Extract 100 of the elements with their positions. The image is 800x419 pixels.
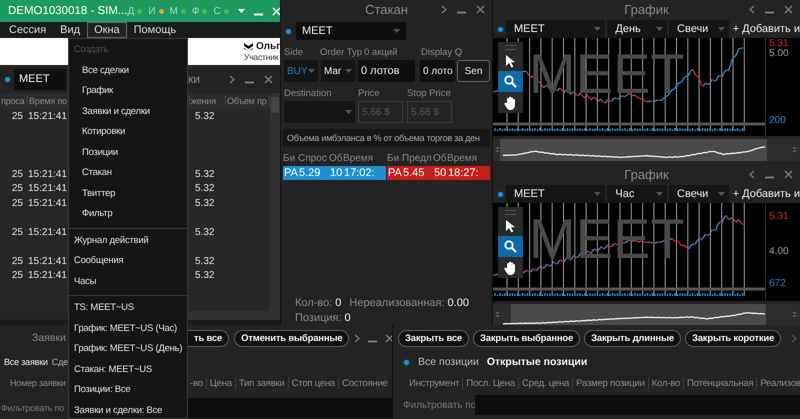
field-label: Destination xyxy=(284,88,333,98)
table-cell-text: 5.32 xyxy=(194,110,214,122)
axis-label: 4.00 xyxy=(769,247,789,257)
table-cell-text: 25 xyxy=(12,256,24,267)
table-cell: 15:21:41 xyxy=(28,168,67,180)
menu-item[interactable]: Часы xyxy=(69,272,187,292)
add-indicator-button[interactable]: + Добавить и xyxy=(732,188,800,200)
filter-label: Фильтровать по xyxy=(0,403,64,413)
quantity-field[interactable]: 0 лотов xyxy=(358,60,415,82)
column-header: Размер позиции xyxy=(572,378,645,388)
stat-label: Кол-во: xyxy=(295,297,332,309)
column-header: Об xyxy=(329,152,343,164)
table-cell-text: 25 xyxy=(12,183,24,194)
field-label: Price xyxy=(358,88,381,98)
column-header: Би xyxy=(387,152,400,164)
axis-label: 5.31 xyxy=(769,212,789,222)
column-header: Об xyxy=(433,152,447,164)
table-cell: 15:21:41 xyxy=(28,226,67,238)
add-indicator-button[interactable]: + Добавить и xyxy=(732,23,800,35)
menu-item[interactable]: Все сделки xyxy=(69,60,187,81)
column-header: Цена xyxy=(206,378,232,388)
menu-item[interactable]: График: MEET~US (День) xyxy=(69,339,187,360)
imbalance-banner: Объема имбэланса в % от объема торгов за ден xyxy=(283,129,490,147)
axis-label: 5.31 xyxy=(769,39,789,49)
column-header: Спрос xyxy=(298,152,328,164)
table-cell: 15:21:41 xyxy=(28,110,67,122)
field-label: Side xyxy=(284,46,304,58)
menu-item[interactable]: Сообщения xyxy=(69,251,187,272)
menu-item[interactable]: Окна xyxy=(87,22,127,38)
side-select[interactable]: BUY xyxy=(284,60,318,82)
menu-item[interactable]: Сессия xyxy=(2,22,54,38)
menu-item[interactable]: Стакан xyxy=(69,163,187,184)
cancel-button[interactable]: Отменить выбранные xyxy=(234,330,350,346)
column-header: Инструмент xyxy=(409,378,460,388)
table-cell: 10 xyxy=(329,167,343,179)
symbol-field[interactable]: MEET xyxy=(14,68,66,90)
column-header: Время по xyxy=(29,96,67,106)
stat-label: Нереализованная: xyxy=(349,297,445,309)
chart-type-select[interactable]: Свечи xyxy=(669,20,729,38)
column-header: Объем пр xyxy=(227,96,266,106)
stat-value: 0 xyxy=(335,297,342,309)
close-position-button[interactable]: Закрыть короткие xyxy=(684,330,782,347)
quantity-field[interactable]: 0 лото xyxy=(420,60,455,82)
close-position-button[interactable]: Закрыть выбранное xyxy=(473,330,580,347)
column-header: -во xyxy=(190,378,203,388)
table-cell-text: 5.45 xyxy=(402,167,426,179)
indicator-label: Ф xyxy=(192,6,200,16)
close-position-button[interactable]: Закрыть все xyxy=(398,330,470,347)
table-cell-text: 5.32 xyxy=(194,183,214,194)
menu-item[interactable]: Твиттер xyxy=(69,184,187,204)
tab[interactable]: Все заявки xyxy=(4,357,48,367)
profile-name: Ольг xyxy=(256,41,280,52)
table-cell-text: 17:02: xyxy=(343,167,376,179)
indicator-label: Д xyxy=(128,6,134,16)
menu-item[interactable]: Заявки и сделки: Все xyxy=(69,400,187,418)
column-header: Номер заявки xyxy=(10,378,66,388)
menu-item[interactable]: График xyxy=(69,81,187,102)
menu-item[interactable]: Заявки и сделки xyxy=(69,102,187,122)
table-cell-text: 18:27: xyxy=(447,167,480,179)
stat-value: 0 xyxy=(344,312,351,324)
profile-subtitle: Участник xyxy=(244,52,280,62)
menu-item[interactable]: Стакан: MEET~US xyxy=(69,360,187,380)
indicator-label: С xyxy=(213,6,221,16)
menu-item[interactable]: Фильтр xyxy=(69,204,187,224)
bid-row[interactable]: PA5.29 10 17:02: xyxy=(283,166,386,180)
column-header: Стоп цена xyxy=(288,378,336,388)
symbol-select[interactable]: MEET xyxy=(506,20,606,38)
column-header: Сред. цена xyxy=(518,378,570,388)
cancel-button[interactable]: ть все xyxy=(188,330,230,346)
column-header: Потенциальная xyxy=(683,378,754,388)
interval-select[interactable]: День xyxy=(607,20,668,38)
symbol-select[interactable]: MEET xyxy=(296,22,406,40)
order-type-select[interactable]: Mar xyxy=(321,60,355,82)
menu-item[interactable]: Позиции xyxy=(69,142,187,163)
stat-label: Позиция: xyxy=(295,312,342,324)
close-position-button[interactable]: Закрыть длинные xyxy=(584,330,681,347)
menu-item[interactable]: График: MEET~US (Час) xyxy=(69,318,187,339)
column-header: Время xyxy=(447,152,478,164)
stat-value: 0.00 xyxy=(448,297,469,309)
menu-item[interactable]: Позиции: Все xyxy=(69,380,187,400)
table-cell-text: 5.32 xyxy=(194,226,214,238)
menu-item[interactable]: Вид xyxy=(53,22,88,38)
ask-row[interactable]: PA5.45 50 18:27: xyxy=(387,166,490,180)
table-cell-text: 25 xyxy=(12,110,24,122)
indicator-label: М xyxy=(170,6,178,16)
menu-item[interactable]: TS: MEET~US xyxy=(69,298,187,318)
menu-item[interactable]: Помощь xyxy=(126,22,184,38)
interval-select[interactable]: Час xyxy=(607,185,668,203)
tab[interactable]: Сде xyxy=(52,357,68,367)
column-header: Время xyxy=(343,152,374,164)
menu-item[interactable]: Котировки xyxy=(69,122,187,142)
tab[interactable]: Открытые позиции xyxy=(486,356,588,368)
indicator-label: И xyxy=(148,6,156,16)
tab[interactable]: Все позиции xyxy=(418,356,479,368)
table-cell-text: 5.32 xyxy=(194,198,214,209)
symbol-select[interactable]: MEET xyxy=(506,185,606,203)
column-header: проса xyxy=(1,96,24,106)
chart-type-select[interactable]: Свечи xyxy=(669,185,729,203)
send-button[interactable]: Sen xyxy=(457,60,490,82)
menu-item[interactable]: Журнал действий xyxy=(69,230,187,251)
